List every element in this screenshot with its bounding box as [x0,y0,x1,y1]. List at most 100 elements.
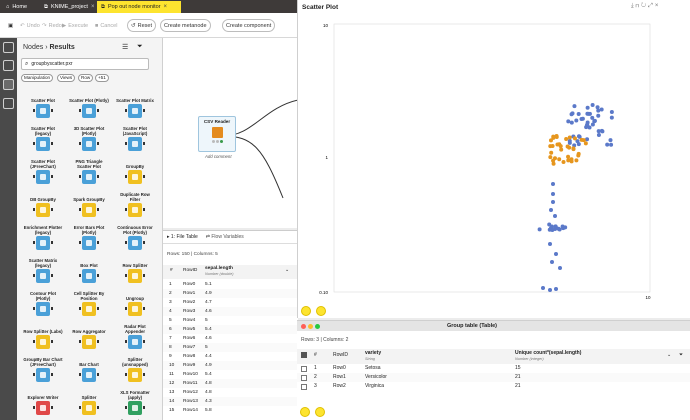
chip-more[interactable]: +51 [95,74,109,82]
save-icon[interactable]: ▣ [5,19,15,32]
scatter-point[interactable] [551,200,555,204]
node-item[interactable]: Continuous Error Plot (Plotly) [115,220,155,250]
scatter-point[interactable] [596,108,601,113]
space-explorer-icon[interactable] [3,60,14,71]
scatter-point[interactable] [567,135,572,140]
node-item[interactable]: Scatter Plot (Plotly) [69,88,109,118]
scatter-point[interactable] [595,105,600,110]
table-row[interactable]: 4 Row3 4.6 [163,307,298,316]
scatter-point[interactable] [579,117,584,122]
scatter-point[interactable] [609,142,614,147]
node-item[interactable]: GroupBy Bar Chart (JFreeChart) [23,352,63,382]
table-row[interactable]: 5 Row4 5 [163,316,298,325]
node-item[interactable]: Scatter Plot Matrix [115,88,155,118]
close-icon[interactable]: × [655,3,661,9]
scatter-point[interactable] [586,111,591,116]
scatter-point[interactable] [596,132,601,137]
node-item[interactable]: Ungroup [115,286,155,316]
eye-icon[interactable] [300,407,310,417]
create-component-button[interactable]: Create component [222,19,276,32]
scatter-point[interactable] [596,113,601,118]
kai-icon[interactable] [3,98,14,109]
chevron-down-icon[interactable]: ⌄ [667,352,671,358]
scatter-point[interactable] [592,118,597,123]
settings-icon[interactable] [315,407,325,417]
scatter-point[interactable] [590,122,595,127]
scatter-point[interactable] [549,208,553,212]
chip-manipulation[interactable]: Manipulation [21,74,54,82]
node-item[interactable]: PNG Triangle Scatter Plot [69,154,109,184]
tab-home[interactable]: ⌂ Home [2,1,32,13]
table-row[interactable]: 7 Row6 4.6 [163,334,298,343]
reset-button[interactable]: ↺ Reset [127,19,156,32]
scatter-point[interactable] [569,120,574,125]
table-row[interactable]: 1 Row0 5.1 [163,280,298,289]
table-row[interactable]: 13 Row12 4.8 [163,388,298,397]
table-row[interactable]: 6 Row5 5.4 [163,325,298,334]
scatter-point[interactable] [599,107,604,112]
table-row[interactable]: 2 Row1 Versicolor 21 [297,373,690,382]
chip-row[interactable]: Row [78,74,94,82]
cancel-button[interactable]: ■ Cancel [92,19,120,32]
scatter-point[interactable] [561,160,566,165]
filter-icon[interactable]: ⏷ [679,352,683,358]
node-item[interactable]: Cell Splitter By Position [69,286,109,316]
scatter-point[interactable] [547,222,552,227]
scatter-point[interactable] [551,182,555,186]
close-icon[interactable]: × [91,4,95,10]
node-item[interactable]: Bar Chart [69,352,109,382]
workflow-canvas[interactable]: CSV Reader Add comment [163,38,298,228]
close-icon[interactable]: × [164,4,168,10]
table-row[interactable]: 8 Row7 5 [163,343,298,352]
scatter-point[interactable] [565,144,570,149]
scatter-point[interactable] [541,286,545,290]
row-checkbox[interactable] [301,365,307,372]
workflow-info-icon[interactable] [3,42,14,53]
settings-icon[interactable] [316,306,326,316]
node-item[interactable]: Error Bars Plot (Plotly) [69,220,109,250]
scatter-point[interactable] [572,104,577,109]
execute-button[interactable]: ▶ Execute [59,19,91,32]
create-metanode-button[interactable]: Create metanode [160,19,211,32]
header-unique-count[interactable]: Unique count*(sepal.length) [515,350,581,356]
scatter-point[interactable] [585,120,590,125]
filter-icon[interactable]: ⏷ [137,43,143,51]
close-window-icon[interactable] [301,323,306,329]
node-item[interactable]: Contour Plot (Plotly) [23,286,63,316]
table-row[interactable]: 9 Row8 4.4 [163,352,298,361]
scatter-point[interactable] [559,147,564,152]
header-sepal-length[interactable]: sepal.length [205,266,233,271]
selected-node-frame[interactable]: CSV Reader [198,116,236,152]
scatter-point[interactable] [566,119,571,124]
node-item[interactable]: 3D Scatter Plot (Plotly) [69,121,109,151]
node-item[interactable]: Duplicate Row Filter [115,187,155,217]
search-input[interactable]: ⌕ groupbyscatter.pxr [21,58,149,70]
node-item[interactable]: Splitter (unsnapped) [115,352,155,382]
scatter-plot[interactable]: 10 1 0.10 10 [298,16,690,304]
tab-file-table[interactable]: ▸ 1: File Table [167,234,198,240]
select-all-checkbox[interactable] [301,352,307,358]
scatter-point[interactable] [564,137,569,142]
table-row[interactable]: 14 Row13 4.3 [163,397,298,406]
table-row[interactable]: 2 Row1 4.9 [163,289,298,298]
table-row[interactable]: 1 Row0 Setosa 15 [297,364,690,373]
scatter-point[interactable] [576,134,581,139]
header-variety[interactable]: variety [365,350,381,356]
tab-flow-variables[interactable]: ⇄ Flow Variables [206,234,244,240]
scatter-point[interactable] [590,115,595,120]
maximize-window-icon[interactable] [315,323,320,329]
table-row[interactable]: 3 Row2 Virginica 21 [297,382,690,391]
node-item[interactable]: Spark GroupBy [69,187,109,217]
scatter-point[interactable] [551,158,556,163]
chip-views[interactable]: Views [57,74,76,82]
tab-knime-project[interactable]: ⧉ KNIME_project × [40,1,95,13]
scatter-point[interactable] [569,159,574,164]
node-item[interactable]: Row Splitter [115,253,155,283]
scatter-point[interactable] [570,111,575,116]
row-checkbox[interactable] [301,383,307,390]
table-row[interactable]: 11 Row10 5.4 [163,370,298,379]
table-row[interactable]: 12 Row11 4.8 [163,379,298,388]
scatter-point[interactable] [571,147,576,152]
node-item[interactable]: Explorer Writer [23,385,63,415]
node-item[interactable]: Box Plot [69,253,109,283]
